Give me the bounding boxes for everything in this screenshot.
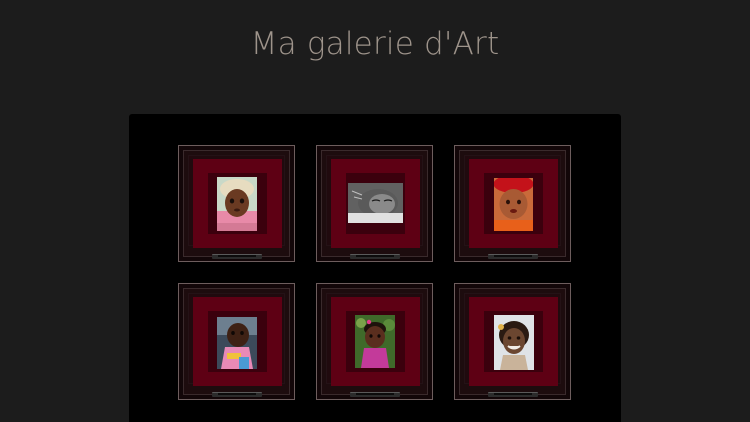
name-plate bbox=[350, 392, 400, 397]
name-plate bbox=[212, 392, 262, 397]
page-title: Ma galerie d'Art bbox=[250, 26, 500, 62]
gallery-frame-4[interactable] bbox=[178, 283, 295, 400]
portrait-baby-red-hat[interactable] bbox=[494, 178, 533, 231]
portrait-girl-smiling-sketch[interactable] bbox=[494, 315, 534, 370]
gallery-frame-6[interactable] bbox=[454, 283, 571, 400]
portrait-child-headscarf[interactable] bbox=[217, 177, 257, 231]
portrait-girl-garden[interactable] bbox=[355, 315, 395, 368]
gallery-frame-5[interactable] bbox=[316, 283, 433, 400]
gallery-frame-3[interactable] bbox=[454, 145, 571, 262]
portrait-child-pink-sweater[interactable] bbox=[217, 317, 257, 369]
name-plate bbox=[212, 254, 262, 259]
gallery-frame-2[interactable] bbox=[316, 145, 433, 262]
name-plate bbox=[488, 392, 538, 397]
portrait-baby-sleeping-bw[interactable] bbox=[348, 183, 403, 223]
gallery-panel bbox=[129, 114, 621, 422]
name-plate bbox=[488, 254, 538, 259]
gallery-frame-1[interactable] bbox=[178, 145, 295, 262]
name-plate bbox=[350, 254, 400, 259]
